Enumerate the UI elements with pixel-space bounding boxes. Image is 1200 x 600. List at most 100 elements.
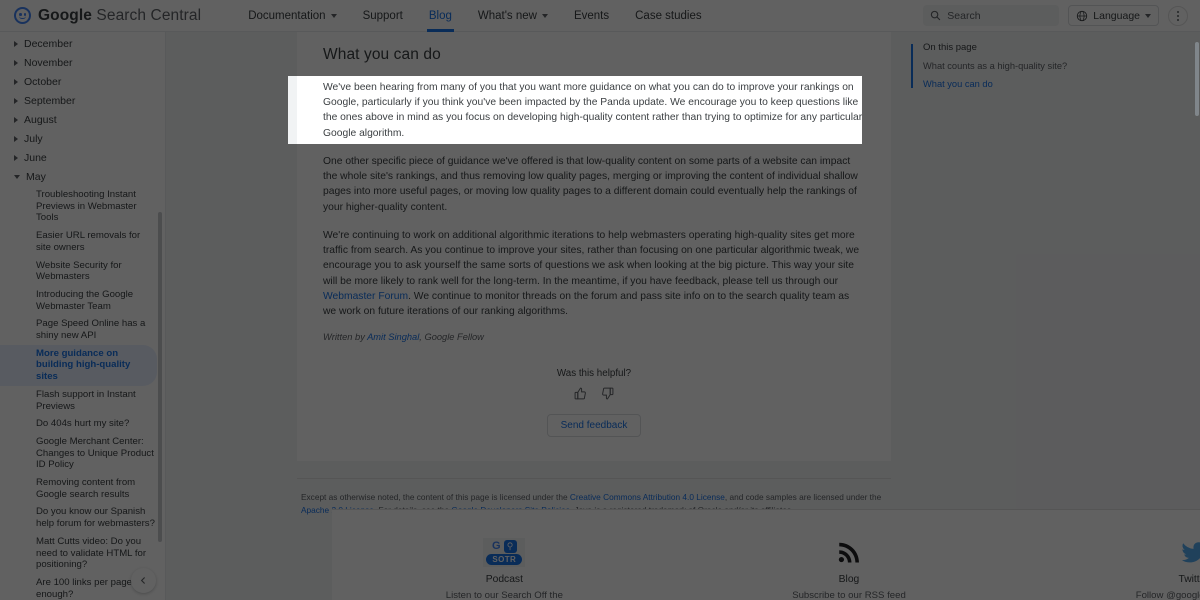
- search-placeholder: Search: [947, 9, 981, 22]
- footer-podcast-desc: Listen to our Search Off the: [445, 590, 563, 600]
- globe-icon: [1077, 10, 1088, 21]
- left-sidebar: December November October September Augu…: [0, 32, 166, 600]
- sidebar-article-2[interactable]: Website Security for Webmasters: [0, 257, 165, 286]
- helpful-question: Was this helpful?: [556, 368, 632, 380]
- main-content-area: What you can do We've been hearing from …: [166, 32, 1200, 600]
- sidebar-article-1[interactable]: Easier URL removals for site owners: [0, 227, 165, 256]
- footer-column-blog[interactable]: Blog Subscribe to our RSS feed: [724, 537, 974, 600]
- footer-column-twitter[interactable]: Twitter Follow @googlesearchc on: [1069, 537, 1200, 600]
- search-input[interactable]: Search: [923, 5, 1060, 26]
- sidebar-month-may[interactable]: May: [0, 167, 165, 186]
- page-root: Google Search Central Documentation Supp…: [0, 0, 1200, 600]
- sidebar-scrollbar[interactable]: [158, 212, 162, 542]
- chevron-down-icon: [541, 13, 548, 18]
- webmaster-forum-link[interactable]: Webmaster Forum: [323, 291, 408, 302]
- send-feedback-button[interactable]: Send feedback: [546, 414, 642, 438]
- nav-item-support[interactable]: Support: [350, 0, 416, 32]
- sotr-tag-label: SOTR: [486, 553, 523, 565]
- article-paragraph-1: We've been hearing from many of you that…: [323, 82, 863, 139]
- chevron-right-icon: [14, 59, 18, 66]
- sidebar-month-july[interactable]: July: [0, 129, 165, 148]
- month-label: May: [26, 170, 46, 183]
- kebab-menu-icon[interactable]: [1168, 5, 1188, 26]
- google-g-icon: G: [492, 539, 501, 552]
- collapse-sidebar-button[interactable]: [131, 568, 156, 593]
- sidebar-article-3[interactable]: Introducing the Google Webmaster Team: [0, 286, 165, 315]
- byline: Written by Amit Singhal, Google Fellow: [323, 332, 865, 342]
- chevron-right-icon: [14, 78, 18, 85]
- article-paragraph-2: One other specific piece of guidance we'…: [323, 155, 858, 213]
- site-header: Google Search Central Documentation Supp…: [0, 0, 1200, 32]
- byline-prefix: Written by: [323, 332, 368, 343]
- chevron-right-icon: [14, 97, 18, 104]
- nav-item-case-studies[interactable]: Case studies: [622, 0, 714, 32]
- chevron-down-icon: [1145, 13, 1151, 18]
- chevron-down-icon: [330, 13, 337, 18]
- sidebar-month-december[interactable]: December: [0, 34, 165, 53]
- footer-blog-title: Blog: [838, 574, 860, 585]
- thumb-up-icon[interactable]: [574, 387, 587, 400]
- site-footer: G ⚲ SOTR Podcast Listen to our Search Of…: [332, 509, 1200, 600]
- nav-label: What's new: [477, 9, 537, 22]
- month-label: August: [24, 113, 57, 126]
- chevron-right-icon: [14, 154, 18, 161]
- nav-item-whats-new[interactable]: What's new: [465, 0, 561, 32]
- chevron-right-icon: [14, 40, 18, 47]
- footer-column-podcast[interactable]: G ⚲ SOTR Podcast Listen to our Search Of…: [379, 537, 629, 600]
- sidebar-article-7[interactable]: Do 404s hurt my site?: [0, 415, 165, 433]
- sotr-podcast-logo: G ⚲ SOTR: [379, 537, 629, 567]
- thumbs-row: [323, 387, 865, 400]
- sidebar-article-8[interactable]: Google Merchant Center: Changes to Uniqu…: [0, 433, 165, 474]
- sidebar-article-4[interactable]: Page Speed Online has a shiny new API: [0, 315, 165, 344]
- brand-logo[interactable]: Google Search Central: [14, 7, 201, 25]
- chevron-right-icon: [14, 135, 18, 142]
- chevron-down-icon: [14, 174, 20, 179]
- legal-part-1: Except as otherwise noted, the content o…: [301, 492, 570, 502]
- footer-twitter-desc: Follow @googlesearchc on: [1135, 590, 1200, 600]
- byline-suffix: , Google Fellow: [419, 332, 484, 343]
- rss-icon: [724, 537, 974, 567]
- legal-part-2: , and code samples are licensed under th…: [724, 492, 882, 502]
- toc-link-high-quality-site[interactable]: What counts as a high-quality site?: [923, 61, 1091, 71]
- month-label: November: [24, 56, 73, 69]
- sidebar-month-november[interactable]: November: [0, 53, 165, 72]
- footer-podcast-title: Podcast: [485, 574, 523, 585]
- on-this-page-toc: On this page What counts as a high-quali…: [911, 42, 1091, 97]
- sidebar-month-august[interactable]: August: [0, 110, 165, 129]
- sidebar-month-june[interactable]: June: [0, 148, 165, 167]
- sidebar-month-october[interactable]: October: [0, 72, 165, 91]
- nav-item-blog[interactable]: Blog: [416, 0, 465, 32]
- primary-nav: Documentation Support Blog What's new Ev…: [235, 0, 714, 32]
- language-label: Language: [1093, 9, 1140, 22]
- brand-light: Search Central: [92, 6, 202, 24]
- search-icon: [931, 10, 941, 21]
- language-selector[interactable]: Language: [1068, 5, 1159, 26]
- page-scrollbar[interactable]: [1195, 42, 1199, 116]
- toc-link-what-you-can-do[interactable]: What you can do: [923, 79, 1091, 89]
- paragraph-3-text-a: We're continuing to work on additional a…: [323, 229, 860, 287]
- thumb-down-icon[interactable]: [601, 387, 614, 400]
- nav-item-documentation[interactable]: Documentation: [235, 0, 349, 32]
- sidebar-article-5-selected[interactable]: More guidance on building high-quality s…: [0, 344, 157, 386]
- month-label: September: [24, 94, 76, 107]
- month-label: July: [24, 132, 43, 145]
- chevron-left-icon: [140, 577, 146, 584]
- sidebar-article-10[interactable]: Do you know our Spanish help forum for w…: [0, 503, 165, 532]
- creative-commons-link[interactable]: Creative Commons Attribution 4.0 License: [570, 492, 725, 502]
- nav-label: Case studies: [635, 9, 702, 22]
- sidebar-article-0[interactable]: Troubleshooting Instant Previews in Webm…: [0, 186, 165, 227]
- footer-twitter-title: Twitter: [1178, 574, 1200, 585]
- twitter-bird-icon: [1069, 537, 1200, 567]
- header-actions: Search Language: [923, 5, 1188, 26]
- feedback-section: Was this helpful? Send feedback: [323, 368, 865, 438]
- author-link[interactable]: Amit Singhal: [367, 332, 419, 342]
- nav-label: Documentation: [248, 9, 326, 22]
- month-label: December: [24, 37, 73, 50]
- month-label: June: [24, 151, 47, 164]
- nav-item-events[interactable]: Events: [561, 0, 622, 32]
- sidebar-article-9[interactable]: Removing content from Google search resu…: [0, 474, 165, 503]
- sidebar-article-6[interactable]: Flash support in Instant Previews: [0, 386, 165, 415]
- nav-label: Events: [573, 9, 610, 22]
- sidebar-month-september[interactable]: September: [0, 91, 165, 110]
- chevron-right-icon: [14, 116, 18, 123]
